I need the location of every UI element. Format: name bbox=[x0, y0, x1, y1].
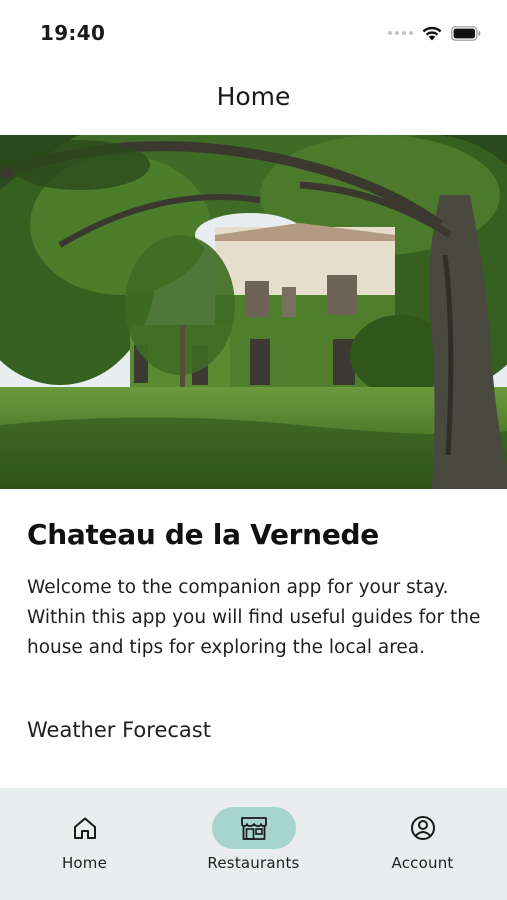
tab-restaurants-label: Restaurants bbox=[207, 854, 300, 872]
tab-restaurants-pill bbox=[211, 807, 296, 849]
battery-icon bbox=[451, 25, 481, 41]
tab-restaurants[interactable]: Restaurants bbox=[169, 788, 338, 900]
account-icon bbox=[410, 816, 435, 840]
tab-account-pill bbox=[381, 807, 465, 849]
status-time: 19:40 bbox=[40, 21, 106, 45]
tab-account-label: Account bbox=[391, 854, 454, 872]
welcome-text: Welcome to the companion app for your st… bbox=[27, 577, 481, 658]
page-title: Home bbox=[216, 82, 291, 111]
storefront-icon bbox=[240, 817, 267, 840]
main-content: Chateau de la Vernede Welcome to the com… bbox=[27, 518, 487, 663]
tab-bar: Home Restaurants Account bbox=[0, 788, 507, 900]
home-icon bbox=[73, 817, 96, 839]
tab-account[interactable]: Account bbox=[338, 788, 507, 900]
hero-image bbox=[0, 135, 507, 489]
tab-home-pill bbox=[43, 807, 127, 849]
tab-home[interactable]: Home bbox=[0, 788, 169, 900]
status-icons bbox=[388, 24, 481, 42]
status-bar: 19:40 bbox=[0, 0, 507, 64]
wifi-icon bbox=[422, 26, 442, 41]
weather-forecast-heading: Weather Forecast bbox=[27, 718, 211, 742]
tab-home-label: Home bbox=[61, 854, 108, 872]
place-title: Chateau de la Vernede bbox=[27, 518, 379, 551]
cellular-icon bbox=[388, 31, 413, 35]
